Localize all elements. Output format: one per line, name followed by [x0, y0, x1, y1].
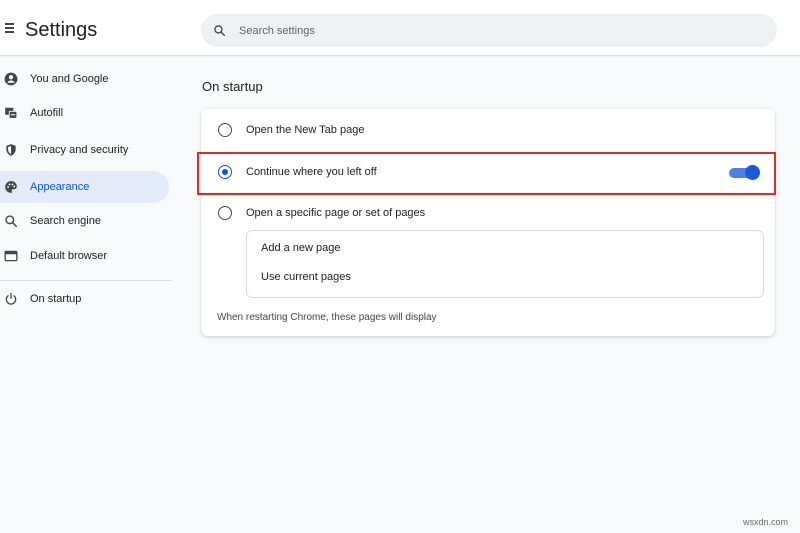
startup-options-card: Open the New Tab page Continue where you…	[197, 109, 776, 336]
sidebar-item-label: On startup	[30, 293, 82, 305]
section-title: On startup	[202, 79, 263, 94]
sidebar-item-label: Appearance	[30, 181, 90, 193]
option-continue-where-left-off[interactable]: Continue where you left off	[201, 154, 775, 190]
sidebar-item-label: Autofill	[30, 107, 64, 119]
sidebar-item-search-engine[interactable]: Search engine	[0, 205, 169, 237]
autofill-icon	[5, 107, 18, 119]
page-title: Settings	[25, 19, 98, 41]
pages-box: Add a new page Use current pages	[246, 230, 764, 298]
search-input[interactable]	[239, 14, 759, 47]
palette-icon	[5, 181, 17, 193]
toggle-knob	[745, 165, 760, 180]
radio-button-selected[interactable]	[218, 165, 232, 179]
radio-button[interactable]	[218, 123, 232, 137]
add-new-page-link[interactable]: Add a new page	[261, 242, 341, 254]
sidebar-divider	[0, 280, 172, 281]
sidebar-item-label: You and Google	[30, 73, 109, 85]
use-current-pages-link[interactable]: Use current pages	[261, 271, 351, 283]
sidebar-item-on-startup[interactable]: On startup	[0, 283, 169, 315]
search-icon	[214, 25, 226, 37]
sidebar-item-privacy[interactable]: Privacy and security	[0, 134, 169, 166]
power-icon	[5, 292, 17, 305]
option-new-tab[interactable]: Open the New Tab page	[201, 112, 775, 148]
top-bar: Settings	[0, 0, 800, 56]
radio-button[interactable]	[218, 206, 232, 220]
browser-icon	[4, 250, 18, 262]
option-specific-pages[interactable]: Open a specific page or set of pages	[201, 195, 775, 231]
toggle-switch[interactable]	[729, 165, 760, 181]
sidebar-item-appearance[interactable]: Appearance	[0, 171, 169, 203]
hamburger-menu-icon[interactable]	[5, 23, 15, 33]
person-icon	[4, 72, 18, 86]
option-label: Open a specific page or set of pages	[246, 207, 426, 219]
search-box[interactable]	[201, 14, 777, 47]
sidebar-item-label: Search engine	[30, 215, 101, 227]
option-label: Continue where you left off	[246, 166, 377, 178]
sidebar-item-label: Default browser	[30, 250, 108, 262]
startup-hint-text: When restarting Chrome, these pages will…	[217, 312, 437, 323]
search-icon	[5, 215, 17, 227]
sidebar-item-you-and-google[interactable]: You and Google	[0, 63, 169, 95]
sidebar-item-default-browser[interactable]: Default browser	[0, 240, 169, 272]
shield-icon	[6, 144, 16, 156]
option-label: Open the New Tab page	[246, 124, 365, 136]
sidebar-item-autofill[interactable]: Autofill	[0, 97, 169, 129]
sidebar-item-label: Privacy and security	[30, 144, 129, 156]
watermark: wsxdn.com	[743, 517, 789, 527]
